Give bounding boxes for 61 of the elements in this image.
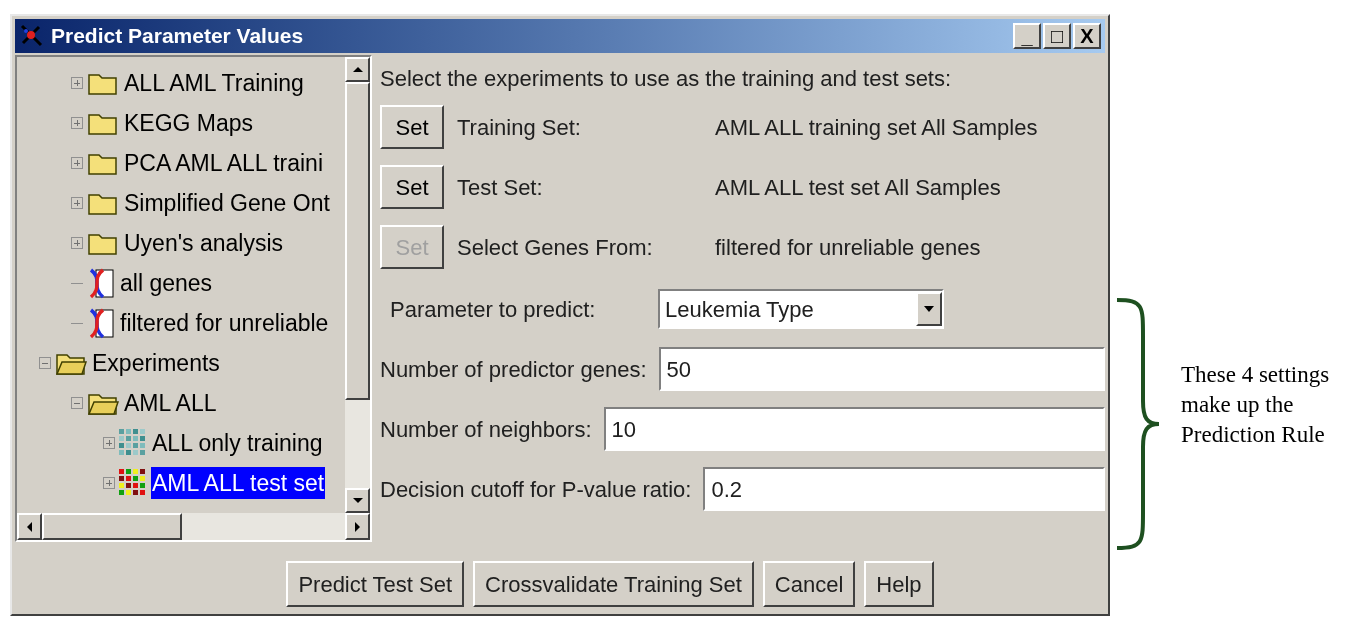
close-button[interactable]: X xyxy=(1073,23,1101,49)
expand-toggle[interactable] xyxy=(71,117,83,129)
dialog-button[interactable]: Crossvalidate Training Set xyxy=(473,561,754,607)
input-field[interactable]: 0.2 xyxy=(703,467,1105,511)
dialog-button[interactable]: Cancel xyxy=(762,561,856,607)
expand-toggle[interactable] xyxy=(103,477,115,489)
expand-toggle[interactable] xyxy=(71,197,83,209)
vertical-scrollbar[interactable] xyxy=(345,57,370,513)
annotation-text: Prediction Rule xyxy=(1181,421,1326,449)
set-value: filtered for unreliable genes xyxy=(715,233,981,262)
dna-document-icon xyxy=(87,267,115,299)
set-label: Select Genes From: xyxy=(457,233,654,262)
setting-label: Number of predictor genes: xyxy=(380,355,648,384)
maximize-button[interactable]: □ xyxy=(1043,23,1071,49)
collapse-toggle[interactable] xyxy=(39,357,51,369)
app-icon xyxy=(19,23,45,49)
input-field[interactable]: 10 xyxy=(603,407,1105,451)
dialog-button[interactable]: Help xyxy=(864,561,934,607)
tree-item[interactable]: all genes xyxy=(119,267,214,299)
scroll-thumb[interactable] xyxy=(42,513,182,540)
input-field[interactable]: 50 xyxy=(658,347,1105,391)
tree-item[interactable]: AML ALL test set xyxy=(151,467,326,499)
setting-label: Number of neighbors: xyxy=(380,415,593,444)
minimize-button[interactable]: _ xyxy=(1013,23,1041,49)
tree-item[interactable]: PCA AML ALL traini xyxy=(123,147,324,179)
collapse-toggle[interactable] xyxy=(71,397,83,409)
set-button[interactable]: Set xyxy=(380,165,444,209)
setting-label: Decision cutoff for P-value ratio: xyxy=(380,475,693,504)
tree-item[interactable]: AML ALL xyxy=(123,387,218,419)
set-label: Training Set: xyxy=(457,113,582,142)
up-arrow-icon[interactable] xyxy=(352,67,363,72)
set-button[interactable]: Set xyxy=(380,105,444,149)
setting-label: Parameter to predict: xyxy=(390,295,597,324)
right-arrow-icon[interactable] xyxy=(355,521,360,532)
set-value: AML ALL training set All Samples xyxy=(715,113,1038,142)
expand-toggle[interactable] xyxy=(71,237,83,249)
grid-icon xyxy=(119,469,147,497)
tree-item[interactable]: Simplified Gene Ont xyxy=(123,187,331,219)
tree-item[interactable]: KEGG Maps xyxy=(123,107,255,139)
expand-toggle[interactable] xyxy=(71,77,83,89)
scroll-thumb[interactable] xyxy=(345,82,370,400)
instructions-text: Select the experiments to use as the training and test sets: xyxy=(380,65,953,93)
left-arrow-icon[interactable] xyxy=(27,521,32,532)
tree-item[interactable]: Uyen's analysis xyxy=(123,227,285,259)
parameter-dropdown[interactable]: Leukemia Type xyxy=(658,289,944,329)
tree-item[interactable]: ALL AML Training xyxy=(123,67,305,99)
dialog-button[interactable]: Predict Test Set xyxy=(286,561,465,607)
expand-toggle[interactable] xyxy=(103,437,115,449)
annotation-text: make up the xyxy=(1181,391,1295,419)
down-arrow-icon[interactable] xyxy=(352,498,363,503)
expand-toggle[interactable] xyxy=(71,157,83,169)
set-label: Test Set: xyxy=(457,173,544,202)
tree-item[interactable]: Experiments xyxy=(91,347,221,379)
tree-item[interactable]: ALL only training xyxy=(151,427,324,459)
grid-icon xyxy=(119,429,147,457)
dna-document-icon xyxy=(87,307,115,339)
set-value: AML ALL test set All Samples xyxy=(715,173,1001,202)
annotation-text: These 4 settings xyxy=(1181,361,1330,389)
window-title: Predict Parameter Values xyxy=(51,23,304,50)
horizontal-scrollbar[interactable] xyxy=(17,513,370,540)
tree-item[interactable]: filtered for unreliable xyxy=(119,307,330,339)
